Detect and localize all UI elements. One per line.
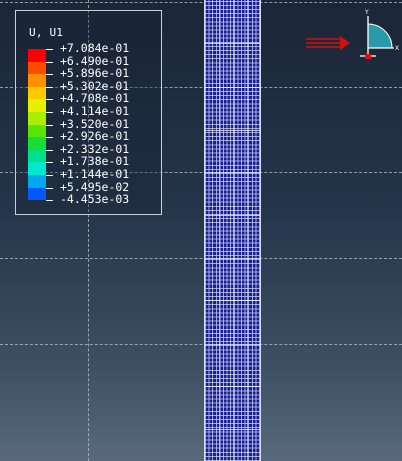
legend-swatch bbox=[28, 49, 46, 62]
mesh-row-line bbox=[205, 386, 260, 387]
legend-swatch bbox=[28, 112, 46, 125]
legend-value: +3.520e-01 bbox=[60, 116, 130, 131]
datum-line bbox=[0, 258, 402, 259]
legend-tick bbox=[46, 86, 53, 88]
legend-value: +2.926e-01 bbox=[60, 129, 130, 144]
legend-tick bbox=[46, 162, 53, 164]
legend-value: +5.495e-02 bbox=[60, 179, 130, 194]
mesh-row-line bbox=[205, 43, 260, 44]
mesh-row-line bbox=[205, 258, 260, 259]
legend-swatch bbox=[28, 61, 46, 75]
legend-value: +5.302e-01 bbox=[60, 78, 130, 93]
legend-tick bbox=[46, 61, 53, 63]
mesh-row-line bbox=[205, 344, 260, 345]
mesh-row-line bbox=[205, 87, 260, 88]
mesh-row-line bbox=[205, 130, 260, 131]
load-arrow-icon bbox=[306, 36, 350, 50]
mesh-column-line bbox=[233, 0, 234, 461]
legend-tick bbox=[46, 149, 53, 151]
legend-swatch bbox=[28, 187, 46, 201]
legend-swatch bbox=[28, 175, 46, 188]
legend-title: U, U1 bbox=[29, 26, 64, 39]
legend-tick bbox=[46, 49, 53, 50]
legend-tick bbox=[46, 124, 53, 126]
datum-line bbox=[0, 2, 402, 3]
viewport[interactable]: U, U1 +7.084e-01 +6.490e-01 +5.896e-01 +… bbox=[0, 0, 402, 461]
legend-tick bbox=[46, 74, 53, 76]
mesh-column-line bbox=[247, 0, 248, 461]
legend-swatch bbox=[28, 137, 46, 150]
legend-swatch bbox=[28, 86, 46, 100]
legend-tick bbox=[46, 187, 53, 189]
legend-tick bbox=[46, 112, 53, 113]
legend-value: +2.332e-01 bbox=[60, 141, 130, 156]
triad-x-label: X bbox=[395, 45, 399, 52]
legend-value: +5.896e-01 bbox=[60, 66, 130, 81]
legend-swatch bbox=[28, 149, 46, 163]
legend-tick bbox=[46, 175, 53, 176]
legend-tick bbox=[46, 137, 53, 139]
mesh-row-line bbox=[205, 429, 260, 430]
legend-swatch bbox=[28, 162, 46, 175]
contour-legend[interactable]: U, U1 +7.084e-01 +6.490e-01 +5.896e-01 +… bbox=[15, 10, 162, 215]
coordinate-triad-icon: Y X bbox=[360, 9, 399, 59]
legend-swatch bbox=[28, 124, 46, 138]
triad-y-label: Y bbox=[364, 9, 369, 16]
mesh-row-line bbox=[205, 215, 260, 216]
legend-swatch bbox=[28, 74, 46, 87]
legend-swatch bbox=[28, 99, 46, 112]
mesh-row-line bbox=[205, 172, 260, 173]
mesh-part[interactable] bbox=[204, 0, 261, 461]
datum-line bbox=[0, 344, 402, 345]
legend-tick bbox=[46, 200, 53, 202]
legend-value: -4.453e-03 bbox=[60, 192, 130, 207]
mesh-column-line bbox=[219, 0, 220, 461]
mesh-row-line bbox=[205, 300, 260, 301]
legend-value: +1.144e-01 bbox=[60, 167, 130, 181]
legend-value: +4.114e-01 bbox=[60, 104, 130, 118]
legend-value: +6.490e-01 bbox=[60, 53, 130, 68]
legend-value: +7.084e-01 bbox=[60, 41, 130, 55]
legend-value: +1.738e-01 bbox=[60, 154, 130, 169]
legend-value: +4.708e-01 bbox=[60, 91, 130, 106]
legend-tick bbox=[46, 99, 53, 101]
